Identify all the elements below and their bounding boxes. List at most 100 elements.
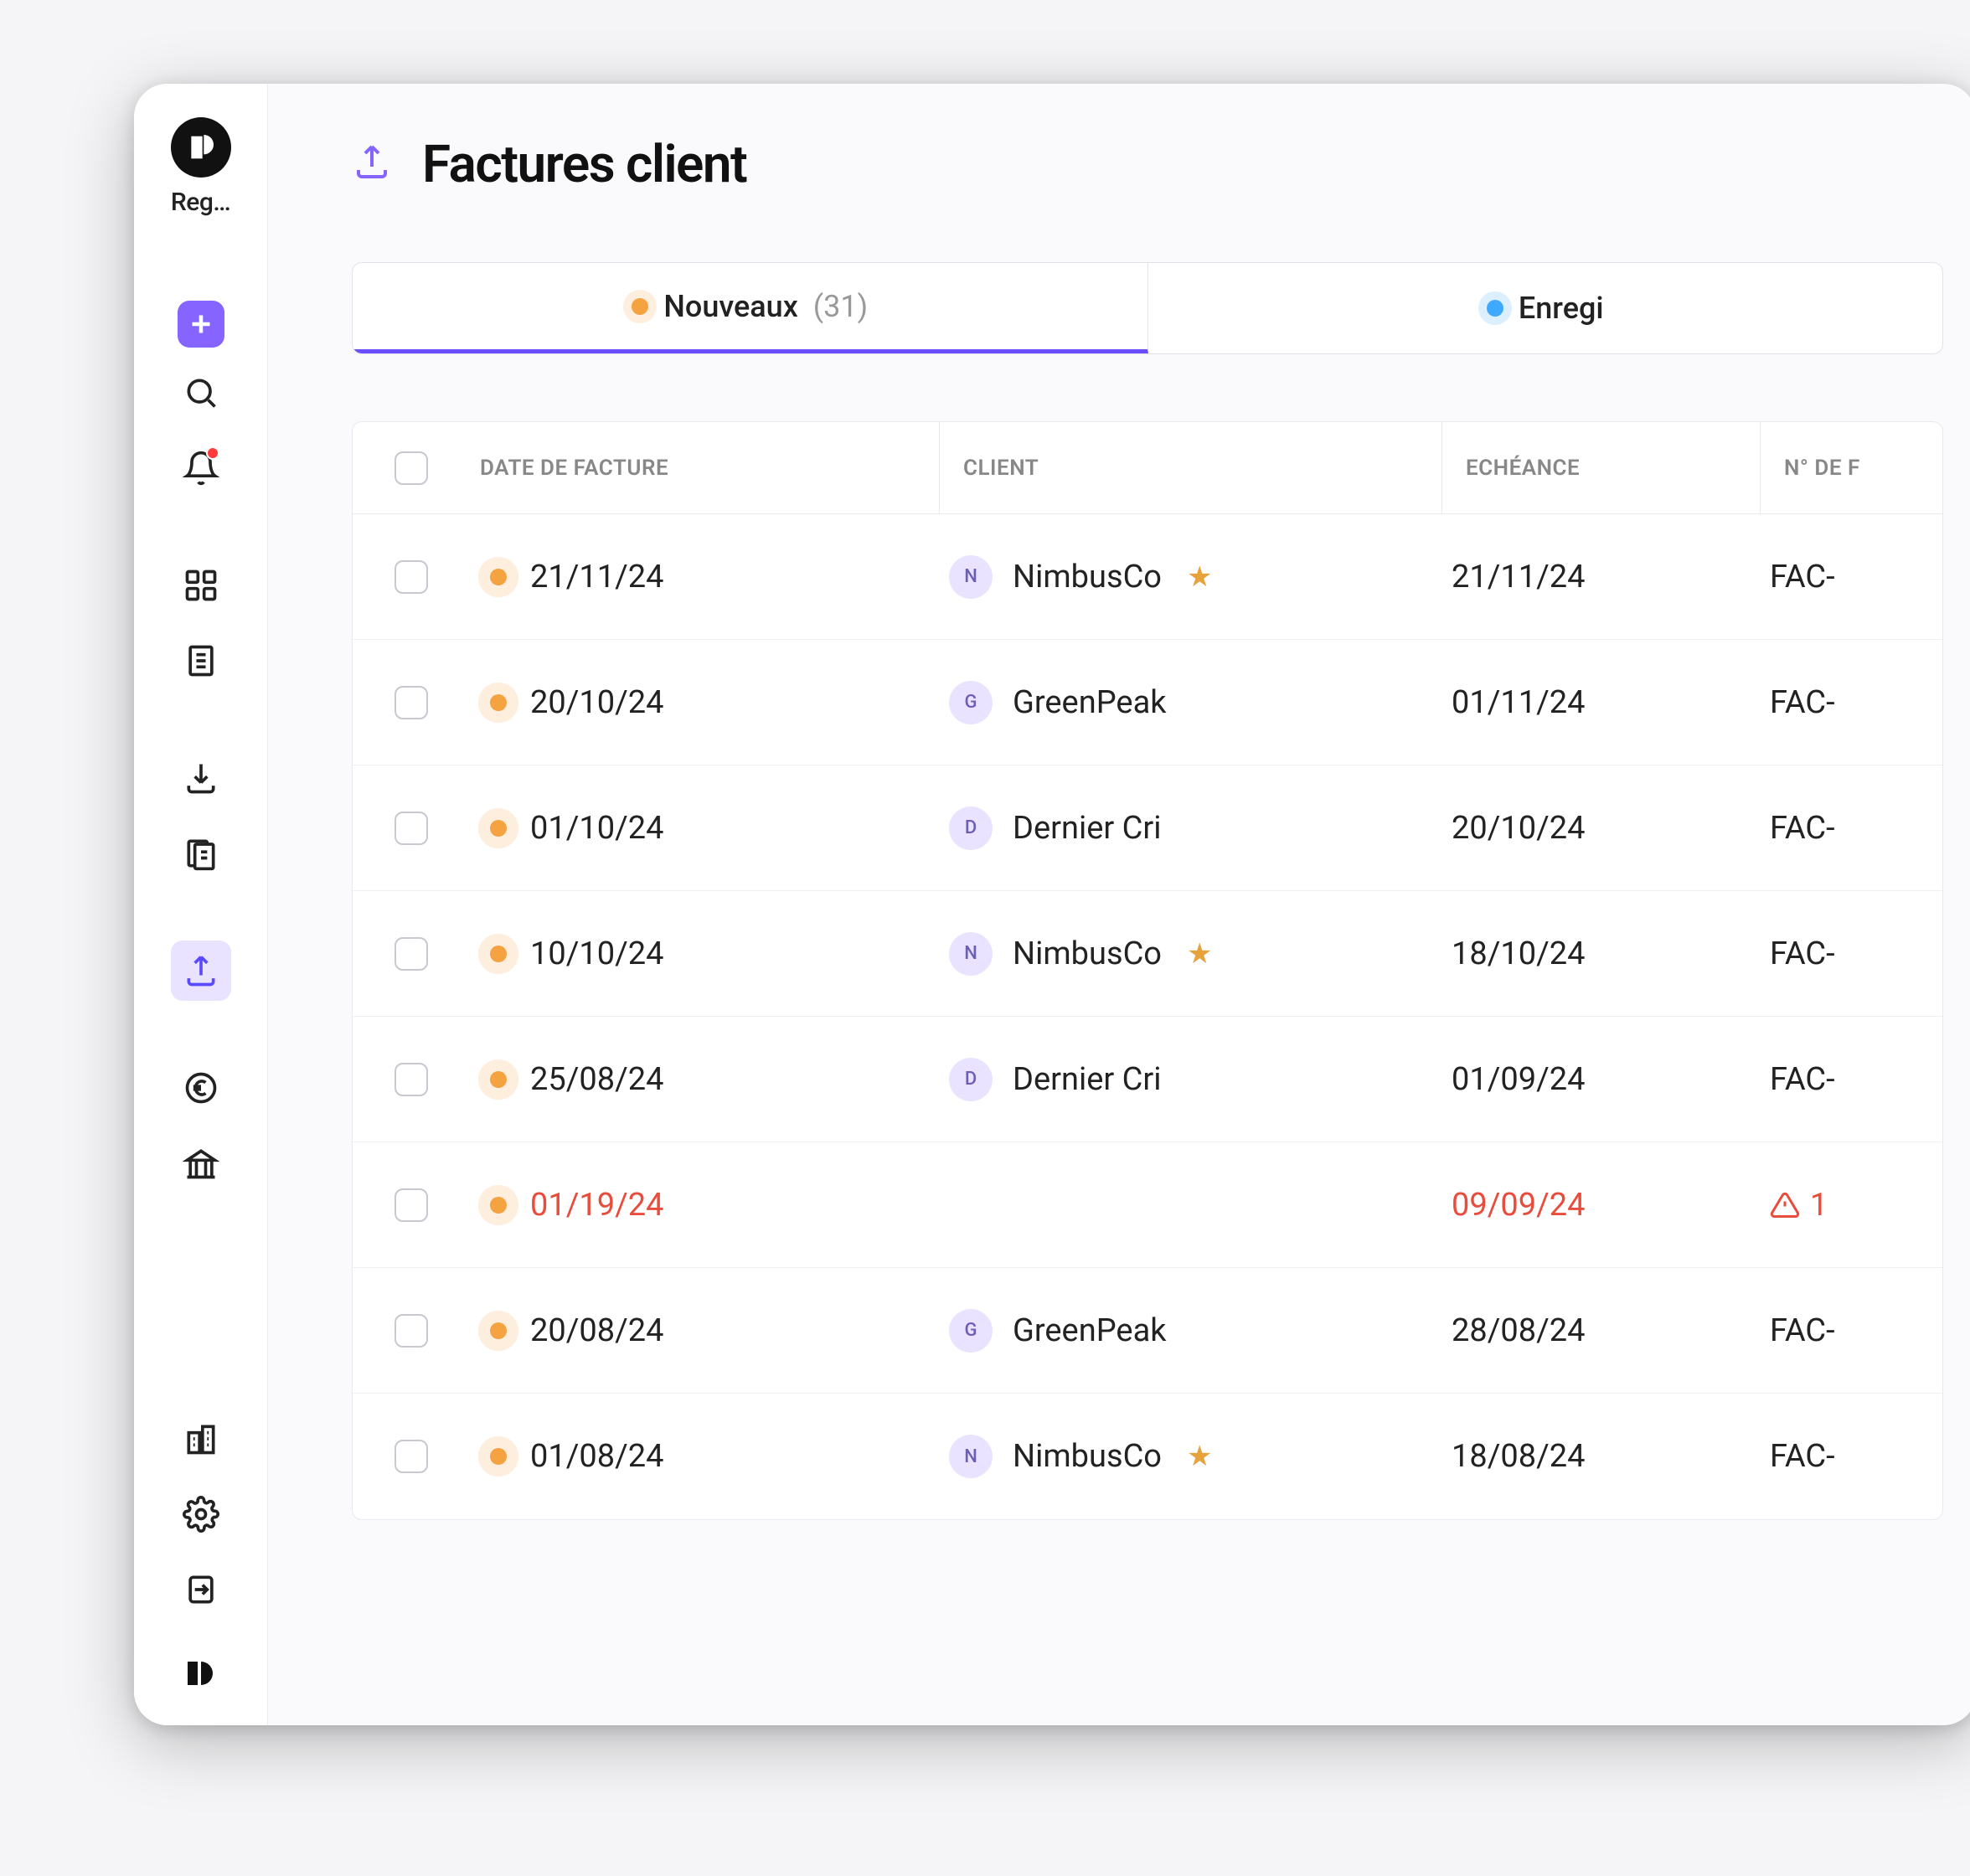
client-name: NimbusCo (1013, 1438, 1162, 1475)
invoices-table: DATE DE FACTURE CLIENT ECHÉANCE N° DE F … (352, 421, 1943, 1520)
invoice-number: FAC- (1770, 1438, 1835, 1475)
upload-button[interactable] (171, 941, 231, 1001)
select-all-checkbox[interactable] (395, 451, 428, 485)
due-date: 01/09/24 (1441, 1061, 1760, 1098)
bank-button[interactable] (171, 1133, 231, 1193)
sidebar: Reg… (134, 84, 268, 1725)
buildings-button[interactable] (171, 1409, 231, 1469)
star-icon: ★ (1187, 937, 1212, 971)
status-dot-icon (490, 1322, 507, 1339)
client-name: GreenPeak (1013, 684, 1167, 721)
client-name: Dernier Cri (1013, 1061, 1162, 1098)
page-header: Factures client (352, 134, 1970, 195)
client-avatar: G (949, 681, 993, 724)
client-name: Dernier Cri (1013, 810, 1162, 847)
due-date: 01/11/24 (1441, 684, 1760, 721)
tab-enregistres[interactable]: Enregi (1148, 263, 1943, 353)
search-button[interactable] (171, 363, 231, 423)
table-row[interactable]: 01/10/24 D Dernier Cri 20/10/24 FAC- (353, 765, 1942, 891)
settings-button[interactable] (171, 1484, 231, 1544)
tab-label: Nouveaux (663, 289, 797, 324)
due-date: 09/09/24 (1441, 1187, 1760, 1224)
table-row[interactable]: 01/08/24 N NimbusCo ★ 18/08/24 FAC- (353, 1394, 1942, 1519)
app-window: Reg… (134, 84, 1970, 1725)
add-button[interactable] (178, 301, 224, 348)
main-content: Factures client Nouveaux (31) Enregi DAT… (268, 84, 1970, 1725)
status-dot-icon (490, 820, 507, 837)
row-checkbox[interactable] (395, 1063, 428, 1096)
client-name: NimbusCo (1013, 935, 1162, 972)
table-row[interactable]: 20/08/24 G GreenPeak 28/08/24 FAC- (353, 1268, 1942, 1394)
star-icon: ★ (1187, 1440, 1212, 1473)
col-due: ECHÉANCE (1441, 422, 1760, 513)
documents-button[interactable] (171, 631, 231, 691)
star-icon: ★ (1187, 560, 1212, 594)
table-row[interactable]: 25/08/24 DDernier Cri 01/09/24 FAC- (353, 1017, 1942, 1142)
table-row[interactable]: 21/11/24 NNimbusCo★ 21/11/24 FAC- (353, 514, 1942, 640)
invoice-date: 20/08/24 (530, 1312, 664, 1349)
status-dot-icon (490, 569, 507, 585)
row-checkbox[interactable] (395, 937, 428, 971)
table-header: DATE DE FACTURE CLIENT ECHÉANCE N° DE F (353, 422, 1942, 514)
client-avatar: G (949, 1309, 993, 1353)
row-checkbox[interactable] (395, 1188, 428, 1222)
invoice-date: 01/10/24 (530, 810, 664, 847)
notifications-button[interactable] (171, 438, 231, 498)
client-avatar: N (949, 1435, 993, 1478)
tab-label: Enregi (1519, 291, 1604, 326)
invoice-number: FAC- (1770, 1061, 1835, 1098)
tabs: Nouveaux (31) Enregi (352, 262, 1943, 354)
status-dot-icon (490, 946, 507, 962)
status-dot-icon (1487, 300, 1503, 317)
logout-button[interactable] (171, 1559, 231, 1620)
app-logo-label: Reg… (171, 188, 230, 217)
invoice-date: 20/10/24 (530, 684, 664, 721)
invoice-number: 1 (1810, 1187, 1828, 1224)
client-avatar: D (949, 807, 993, 850)
col-date: DATE DE FACTURE (470, 456, 939, 481)
row-checkbox[interactable] (395, 1314, 428, 1348)
invoice-number: FAC- (1770, 684, 1835, 721)
page-title: Factures client (422, 134, 746, 195)
table-row[interactable]: 01/19/24 09/09/24 1 (353, 1142, 1942, 1268)
invoice-date: 10/10/24 (530, 935, 664, 972)
receipts-button[interactable] (171, 823, 231, 884)
dashboard-button[interactable] (171, 555, 231, 616)
row-checkbox[interactable] (395, 1440, 428, 1473)
invoice-number: FAC- (1770, 1312, 1835, 1349)
row-checkbox[interactable] (395, 812, 428, 845)
status-dot-icon (490, 694, 507, 711)
invoice-date: 01/19/24 (530, 1187, 664, 1224)
status-dot-icon (490, 1071, 507, 1088)
due-date: 21/11/24 (1441, 559, 1760, 595)
tab-nouveaux[interactable]: Nouveaux (31) (353, 263, 1148, 353)
invoice-number: FAC- (1770, 810, 1835, 847)
footer-logo-icon (181, 1652, 221, 1692)
status-dot-icon (490, 1448, 507, 1465)
status-dot-icon (490, 1197, 507, 1214)
invoice-number: FAC- (1770, 935, 1835, 972)
warning-icon (1770, 1190, 1800, 1220)
col-num: N° DE F (1760, 422, 1943, 513)
client-avatar: N (949, 932, 993, 976)
euro-button[interactable] (171, 1058, 231, 1118)
client-avatar: N (949, 555, 993, 599)
client-name: NimbusCo (1013, 559, 1162, 595)
due-date: 18/08/24 (1441, 1438, 1760, 1475)
client-name: GreenPeak (1013, 1312, 1167, 1349)
invoice-date: 01/08/24 (530, 1438, 664, 1475)
invoice-date: 25/08/24 (530, 1061, 664, 1098)
due-date: 20/10/24 (1441, 810, 1760, 847)
status-dot-icon (632, 298, 648, 315)
table-row[interactable]: 10/10/24 NNimbusCo★ 18/10/24 FAC- (353, 891, 1942, 1017)
upload-icon (352, 142, 399, 188)
table-row[interactable]: 20/10/24 G GreenPeak 01/11/24 FAC- (353, 640, 1942, 765)
due-date: 28/08/24 (1441, 1312, 1760, 1349)
row-checkbox[interactable] (395, 560, 428, 594)
tab-count: (31) (813, 289, 868, 324)
app-logo[interactable] (171, 117, 231, 178)
row-checkbox[interactable] (395, 686, 428, 719)
invoice-date: 21/11/24 (530, 559, 664, 595)
download-button[interactable] (171, 748, 231, 808)
col-client: CLIENT (939, 422, 1441, 513)
